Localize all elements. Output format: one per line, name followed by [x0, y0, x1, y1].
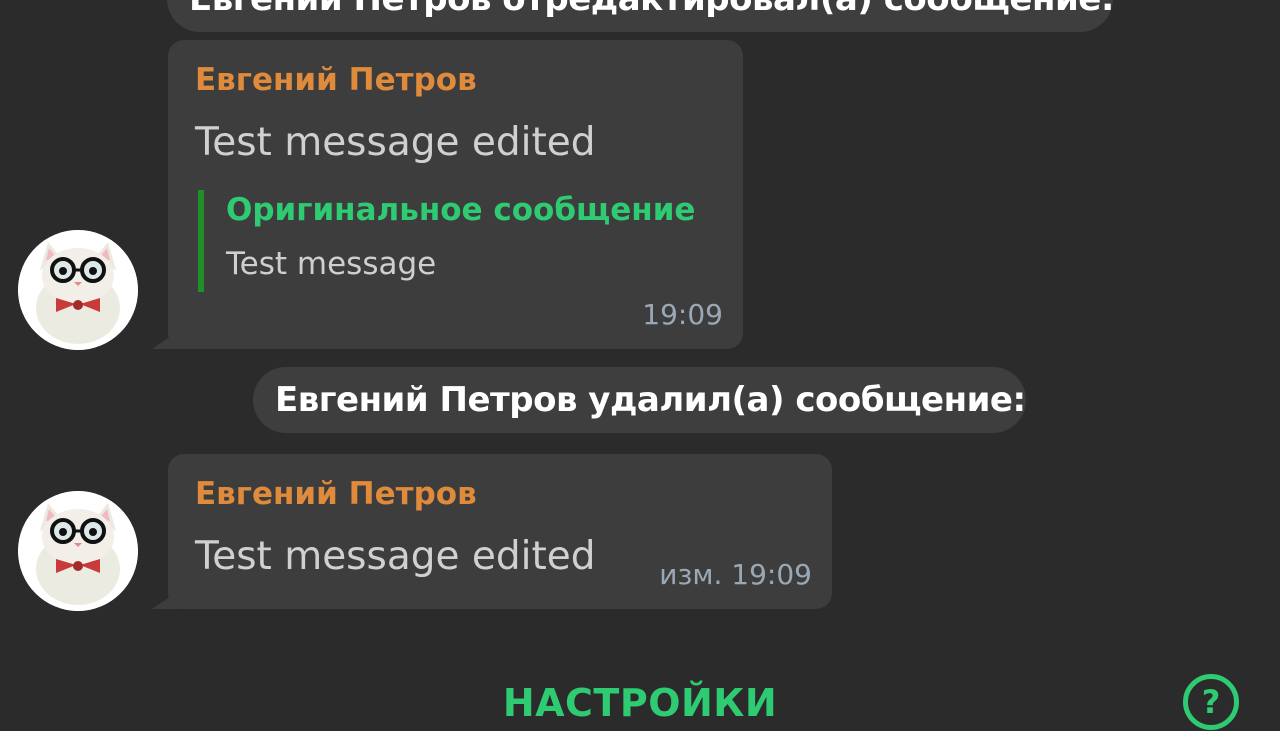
quote-text: Test message	[226, 246, 437, 282]
service-message-text: Евгений Петров удалил(а) сообщение:	[275, 380, 1026, 420]
message-bubble[interactable]: Евгений Петров Test message edited изм. …	[168, 454, 832, 609]
sender-name: Евгений Петров	[195, 62, 477, 98]
avatar[interactable]	[18, 491, 138, 611]
quote-bar	[198, 190, 204, 292]
message-text: Test message edited	[195, 120, 596, 165]
bottom-bar: НАСТРОЙКИ ?	[0, 626, 1280, 731]
sender-name: Евгений Петров	[195, 476, 477, 512]
avatar[interactable]	[18, 230, 138, 350]
service-message-deleted: Евгений Петров удалил(а) сообщение:	[253, 367, 1026, 433]
message-bubble[interactable]: Евгений Петров Test message edited Ориги…	[168, 40, 743, 349]
question-circle-icon[interactable]: ?	[1183, 674, 1239, 730]
message-time-edited: изм. 19:09	[659, 558, 812, 591]
service-message-edited: Евгений Петров отредактировал(а) сообщен…	[167, 0, 1113, 32]
cat-with-glasses-avatar-icon	[18, 230, 138, 350]
service-message-text: Евгений Петров отредактировал(а) сообщен…	[189, 0, 1113, 19]
settings-button[interactable]: НАСТРОЙКИ	[490, 678, 790, 728]
message-time: 19:09	[642, 298, 723, 331]
quote-title: Оригинальное сообщение	[226, 192, 696, 228]
cat-with-glasses-avatar-icon	[18, 491, 138, 611]
message-text: Test message edited	[195, 534, 596, 579]
help-glyph: ?	[1201, 683, 1221, 721]
chat-screen: Евгений Петров отредактировал(а) сообщен…	[0, 0, 1280, 731]
